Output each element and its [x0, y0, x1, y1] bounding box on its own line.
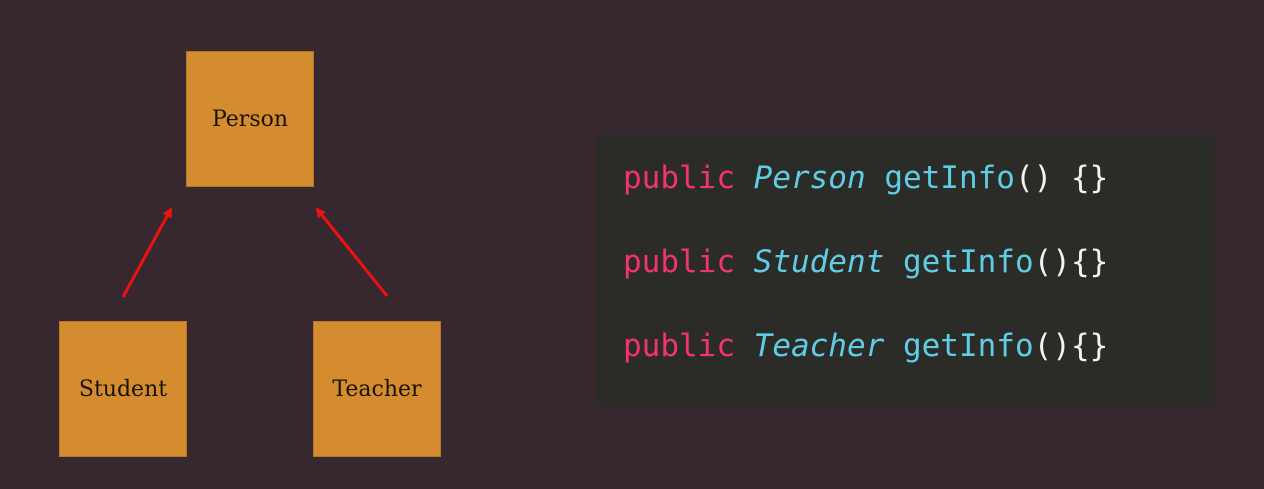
braces: {} — [1070, 328, 1109, 364]
return-type: Person — [753, 160, 866, 196]
method-name: getInfo — [884, 160, 1015, 196]
braces: {} — [1070, 160, 1109, 196]
return-type: Student — [753, 244, 885, 280]
parentheses: () — [1033, 244, 1071, 280]
braces: {} — [1070, 244, 1109, 280]
parentheses: () — [1014, 160, 1053, 196]
method-name: getInfo — [902, 328, 1034, 364]
keyword-public: public — [623, 328, 735, 364]
code-panel: public Person getInfo() {} public Studen… — [596, 134, 1214, 406]
code-line-person: public Person getInfo() {} — [623, 163, 1108, 194]
keyword-public: public — [623, 160, 735, 196]
code-line-student: public Student getInfo(){} — [623, 247, 1108, 278]
arrow-teacher-to-person — [315, 207, 389, 297]
keyword-public: public — [623, 244, 735, 280]
arrow-student-to-person — [121, 207, 173, 298]
return-type: Teacher — [753, 328, 885, 364]
code-line-teacher: public Teacher getInfo(){} — [623, 331, 1108, 362]
spacing — [1052, 160, 1071, 196]
parentheses: () — [1033, 328, 1071, 364]
method-name: getInfo — [902, 244, 1034, 280]
